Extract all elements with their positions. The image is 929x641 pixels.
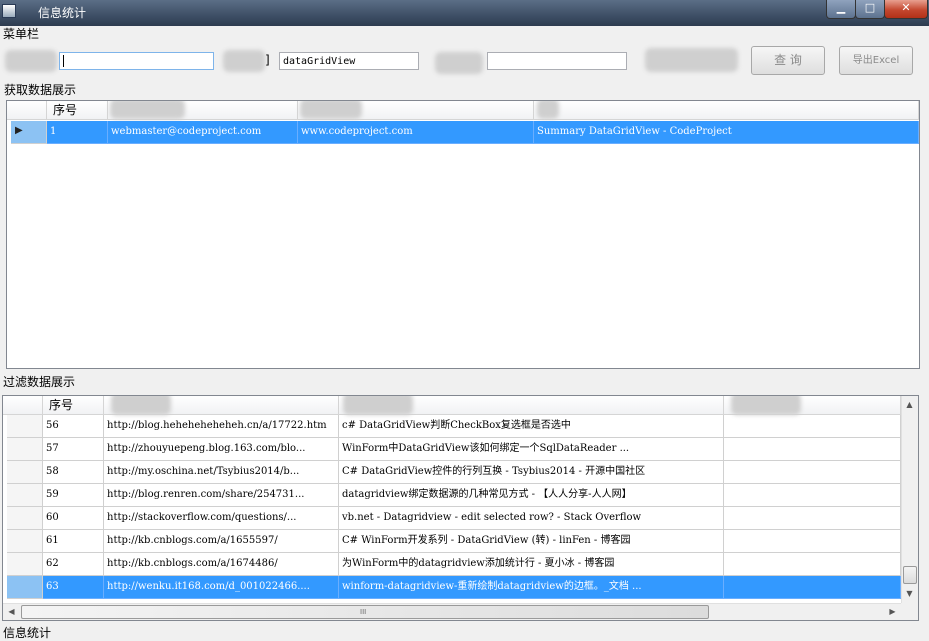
redacted-header xyxy=(111,396,171,415)
cell-url[interactable]: http://stackoverflow.com/questions/... xyxy=(104,507,339,530)
row-header[interactable] xyxy=(7,461,43,484)
column-header-4[interactable] xyxy=(534,101,919,120)
top-section-label: 获取数据展示 xyxy=(4,83,77,97)
cell-index[interactable]: 57 xyxy=(43,438,104,461)
cell-title[interactable]: c# DataGridView判断CheckBox复选框是否选中 xyxy=(339,415,724,438)
cell-index[interactable]: 63 xyxy=(43,576,104,599)
scroll-grip: III xyxy=(360,608,367,616)
field-b-label-tail: ] xyxy=(265,53,270,67)
redacted-label xyxy=(645,48,738,72)
bottom-data-grid[interactable]: 序号 56 http://blog.heheheheheheh.cn/a/1772… xyxy=(2,395,919,621)
minimize-button[interactable]: ▁ xyxy=(826,0,856,19)
redacted-header xyxy=(300,101,362,119)
cell-extra[interactable] xyxy=(724,507,901,530)
cell-title[interactable]: datagridview绑定数据源的几种常见方式 - 【人人分享-人人网】 xyxy=(339,484,724,507)
text-caret xyxy=(63,55,64,67)
cell-index[interactable]: 1 xyxy=(47,121,108,144)
field-b-input[interactable]: dataGridView xyxy=(279,52,419,70)
cell-index[interactable]: 61 xyxy=(43,530,104,553)
close-button[interactable]: ✕ xyxy=(884,0,928,19)
cell-url[interactable]: http://blog.renren.com/share/254731... xyxy=(104,484,339,507)
cell-extra[interactable] xyxy=(724,576,901,599)
column-header-index[interactable]: 序号 xyxy=(43,396,104,415)
cell-extra[interactable] xyxy=(724,530,901,553)
cell-title[interactable]: Summary DataGridView - CodeProject xyxy=(534,121,919,144)
row-header[interactable] xyxy=(7,438,43,461)
cell-url[interactable]: http://blog.heheheheheheh.cn/a/17722.htm xyxy=(104,415,339,438)
cell-extra[interactable] xyxy=(724,461,901,484)
row-header[interactable]: ▶ xyxy=(11,121,47,144)
redacted-header xyxy=(110,101,185,119)
cell-extra[interactable] xyxy=(724,438,901,461)
redacted-label xyxy=(5,50,57,72)
window-title: 信息统计 xyxy=(38,6,87,20)
minimize-icon: ▁ xyxy=(836,1,846,14)
row-header[interactable] xyxy=(7,415,43,438)
top-data-grid[interactable]: 序号 ▶ 1 webmaster@codeproject.com www.cod… xyxy=(6,100,920,369)
cell-url[interactable]: http://kb.cnblogs.com/a/1655597/ xyxy=(104,530,339,553)
cell-title[interactable]: vb.net - Datagridview - edit selected ro… xyxy=(339,507,724,530)
grid-corner-header xyxy=(7,101,47,120)
cell-title[interactable]: winform-datagridview-重新绘制datagridview的边框… xyxy=(339,576,724,599)
row-header[interactable] xyxy=(7,576,43,599)
maximize-icon: □ xyxy=(864,1,876,14)
export-excel-button[interactable]: 导出Excel xyxy=(839,46,913,75)
cell-index[interactable]: 62 xyxy=(43,553,104,576)
scroll-corner xyxy=(901,603,918,620)
redacted-label xyxy=(223,50,265,72)
cell-url[interactable]: http://kb.cnblogs.com/a/1674486/ xyxy=(104,553,339,576)
horizontal-scroll-thumb[interactable]: III xyxy=(21,605,709,619)
cell-title[interactable]: 为WinForm中的datagridview添加统计行 - 夏小冰 - 博客园 xyxy=(339,553,724,576)
horizontal-scrollbar[interactable]: ◀ III ▶ xyxy=(3,603,901,620)
status-group-label: 信息统计 xyxy=(3,626,52,640)
row-header[interactable] xyxy=(7,507,43,530)
grid-corner-header xyxy=(3,396,43,415)
cell-index[interactable]: 60 xyxy=(43,507,104,530)
cell-url[interactable]: http://wenku.it168.com/d_001022466.... xyxy=(104,576,339,599)
field-c-input[interactable] xyxy=(487,52,627,70)
cell-site[interactable]: www.codeproject.com xyxy=(298,121,534,144)
cell-title[interactable]: C# WinForm开发系列 - DataGridView (转) - linF… xyxy=(339,530,724,553)
cell-url[interactable]: http://zhouyuepeng.blog.163.com/blo... xyxy=(104,438,339,461)
cell-index[interactable]: 58 xyxy=(43,461,104,484)
app-icon xyxy=(2,4,16,18)
title-bar: 信息统计 ▁ □ ✕ xyxy=(0,0,929,26)
redacted-header xyxy=(343,396,413,415)
cell-email[interactable]: webmaster@codeproject.com xyxy=(108,121,298,144)
vertical-scroll-thumb[interactable] xyxy=(903,566,917,584)
row-header[interactable] xyxy=(7,484,43,507)
maximize-button[interactable]: □ xyxy=(855,0,885,19)
scroll-up-icon[interactable]: ▲ xyxy=(902,397,917,412)
row-header[interactable] xyxy=(7,553,43,576)
scroll-left-icon[interactable]: ◀ xyxy=(4,604,19,619)
close-icon: ✕ xyxy=(901,1,911,14)
field-a-input[interactable] xyxy=(59,52,214,70)
cell-title[interactable]: WinForm中DataGridView该如何绑定一个SqlDataReader… xyxy=(339,438,724,461)
cell-index[interactable]: 59 xyxy=(43,484,104,507)
scroll-right-icon[interactable]: ▶ xyxy=(885,604,900,619)
cell-index[interactable]: 56 xyxy=(43,415,104,438)
redacted-label xyxy=(435,52,483,74)
vertical-scrollbar[interactable]: ▲ ▼ xyxy=(901,396,918,603)
cell-title[interactable]: C# DataGridView控件的行列互换 - Tsybius2014 - 开… xyxy=(339,461,724,484)
menu-group-label: 菜单栏 xyxy=(3,27,40,41)
scroll-down-icon[interactable]: ▼ xyxy=(902,586,917,601)
row-pointer-icon: ▶ xyxy=(15,125,23,136)
cell-extra[interactable] xyxy=(724,484,901,507)
query-button[interactable]: 查 询 xyxy=(751,46,825,75)
cell-extra[interactable] xyxy=(724,415,901,438)
cell-url[interactable]: http://my.oschina.net/Tsybius2014/b... xyxy=(104,461,339,484)
column-header-index[interactable]: 序号 xyxy=(47,101,108,120)
redacted-header xyxy=(537,101,559,119)
cell-extra[interactable] xyxy=(724,553,901,576)
bottom-section-label: 过滤数据展示 xyxy=(3,375,76,389)
redacted-header xyxy=(731,396,801,415)
row-header[interactable] xyxy=(7,530,43,553)
